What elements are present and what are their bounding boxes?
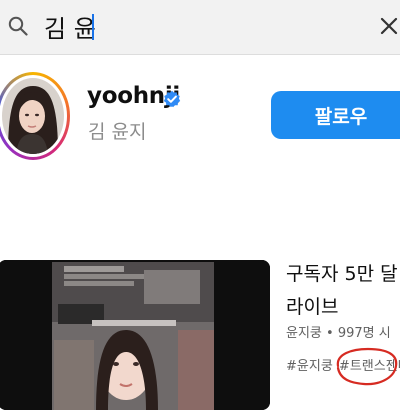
search-icon[interactable] <box>8 16 28 36</box>
video-title-line-1: 구독자 5만 달 <box>286 263 398 285</box>
video-title-line-2: 라이브 <box>286 296 339 318</box>
follow-button[interactable]: 팔로우 <box>271 91 400 139</box>
search-input[interactable] <box>44 8 344 44</box>
hashtag[interactable]: #윤지쿵 <box>286 359 333 374</box>
verified-check-icon <box>163 90 181 108</box>
channel-handle: 김 윤지 <box>88 121 147 143</box>
video-thumbnail[interactable] <box>0 260 270 410</box>
video-title[interactable]: 구독자 5만 달 라이브 <box>286 258 400 324</box>
close-icon[interactable] <box>378 15 400 37</box>
text-cursor <box>92 14 94 40</box>
video-views: 997명 시 <box>337 326 391 341</box>
search-bar <box>0 0 400 55</box>
red-annotation-circle <box>336 347 398 386</box>
avatar[interactable] <box>0 75 67 157</box>
meta-separator: • <box>326 326 334 341</box>
video-meta: 윤지쿵 • 997명 시 <box>286 322 400 341</box>
video-channel-name[interactable]: 윤지쿵 <box>286 326 322 341</box>
